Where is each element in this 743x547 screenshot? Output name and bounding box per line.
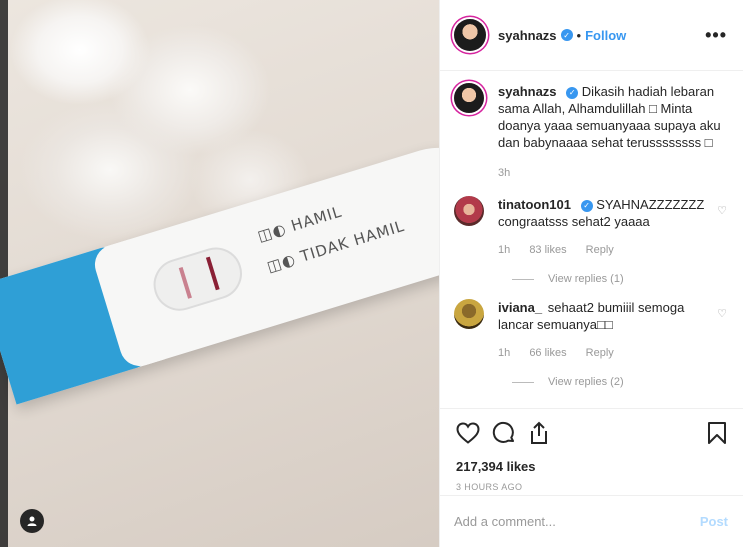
- separator: •: [576, 27, 582, 43]
- comment-time: 1h: [498, 244, 511, 256]
- post-header: syahnazs ✓ • Follow •••: [440, 0, 743, 71]
- verified-icon: ✓: [560, 29, 573, 41]
- verified-icon: ✓: [566, 86, 579, 99]
- comment-icon[interactable]: [492, 421, 516, 445]
- comment-time: 1h: [498, 347, 511, 359]
- action-icons: [456, 417, 727, 449]
- reply-button[interactable]: Reply: [586, 244, 614, 256]
- test-cap: [0, 244, 151, 405]
- list-item: tinatoon101 ✓ SYAHNAZZZZZZZ congraatsss …: [454, 196, 727, 259]
- avatar[interactable]: [454, 196, 484, 226]
- verified-icon: ✓: [580, 199, 593, 212]
- view-replies-button[interactable]: View replies (2): [512, 376, 727, 388]
- bookmark-icon[interactable]: [707, 421, 727, 445]
- caption: syahnazs ✓ Dikasih hadiah lebaran sama A…: [454, 83, 727, 182]
- user-tag-icon: [27, 516, 37, 526]
- comments-list[interactable]: syahnazs ✓ Dikasih hadiah lebaran sama A…: [440, 71, 743, 408]
- reply-button[interactable]: Reply: [586, 347, 614, 359]
- comment-username[interactable]: iviana_: [498, 300, 542, 315]
- share-icon[interactable]: [528, 421, 550, 445]
- comment-meta: 1h 83 likes Reply: [498, 242, 709, 259]
- header-username[interactable]: syahnazs: [498, 28, 557, 43]
- heart-icon[interactable]: ♡: [717, 307, 727, 362]
- caption-avatar[interactable]: [454, 83, 484, 113]
- caption-time: 3h: [498, 167, 511, 179]
- comment-likes[interactable]: 83 likes: [529, 244, 566, 256]
- view-replies-button[interactable]: View replies (1): [512, 273, 727, 285]
- comment-input[interactable]: [454, 514, 700, 529]
- more-icon[interactable]: •••: [705, 25, 727, 46]
- likes-count[interactable]: 217,394 likes: [456, 459, 727, 474]
- comment-meta: 1h 66 likes Reply: [498, 345, 709, 362]
- avatar[interactable]: [454, 19, 486, 51]
- post-button[interactable]: Post: [700, 514, 728, 529]
- list-item: iviana_ sehaat2 bumiiil semoga lancar se…: [454, 299, 727, 362]
- view-replies-label: View replies (2): [548, 376, 624, 388]
- post-panel: syahnazs ✓ • Follow ••• syahnazs ✓ Dikas…: [439, 0, 743, 547]
- user-tag-button[interactable]: [20, 509, 44, 533]
- heart-icon[interactable]: [456, 422, 480, 444]
- post-timestamp[interactable]: 3 HOURS AGO: [456, 482, 727, 492]
- caption-meta: 3h: [498, 165, 727, 182]
- follow-button[interactable]: Follow: [585, 28, 626, 43]
- comment-username[interactable]: tinatoon101: [498, 197, 571, 212]
- add-comment-bar: Post: [440, 495, 743, 547]
- view-replies-label: View replies (1): [548, 273, 624, 285]
- heart-icon[interactable]: ♡: [717, 204, 727, 259]
- avatar[interactable]: [454, 299, 484, 329]
- photo-left-edge: [0, 0, 8, 547]
- post-photo[interactable]: ◫◐ HAMIL ◫◐ TIDAK HAMIL: [0, 0, 439, 547]
- caption-username[interactable]: syahnazs: [498, 84, 557, 99]
- comment-likes[interactable]: 66 likes: [529, 347, 566, 359]
